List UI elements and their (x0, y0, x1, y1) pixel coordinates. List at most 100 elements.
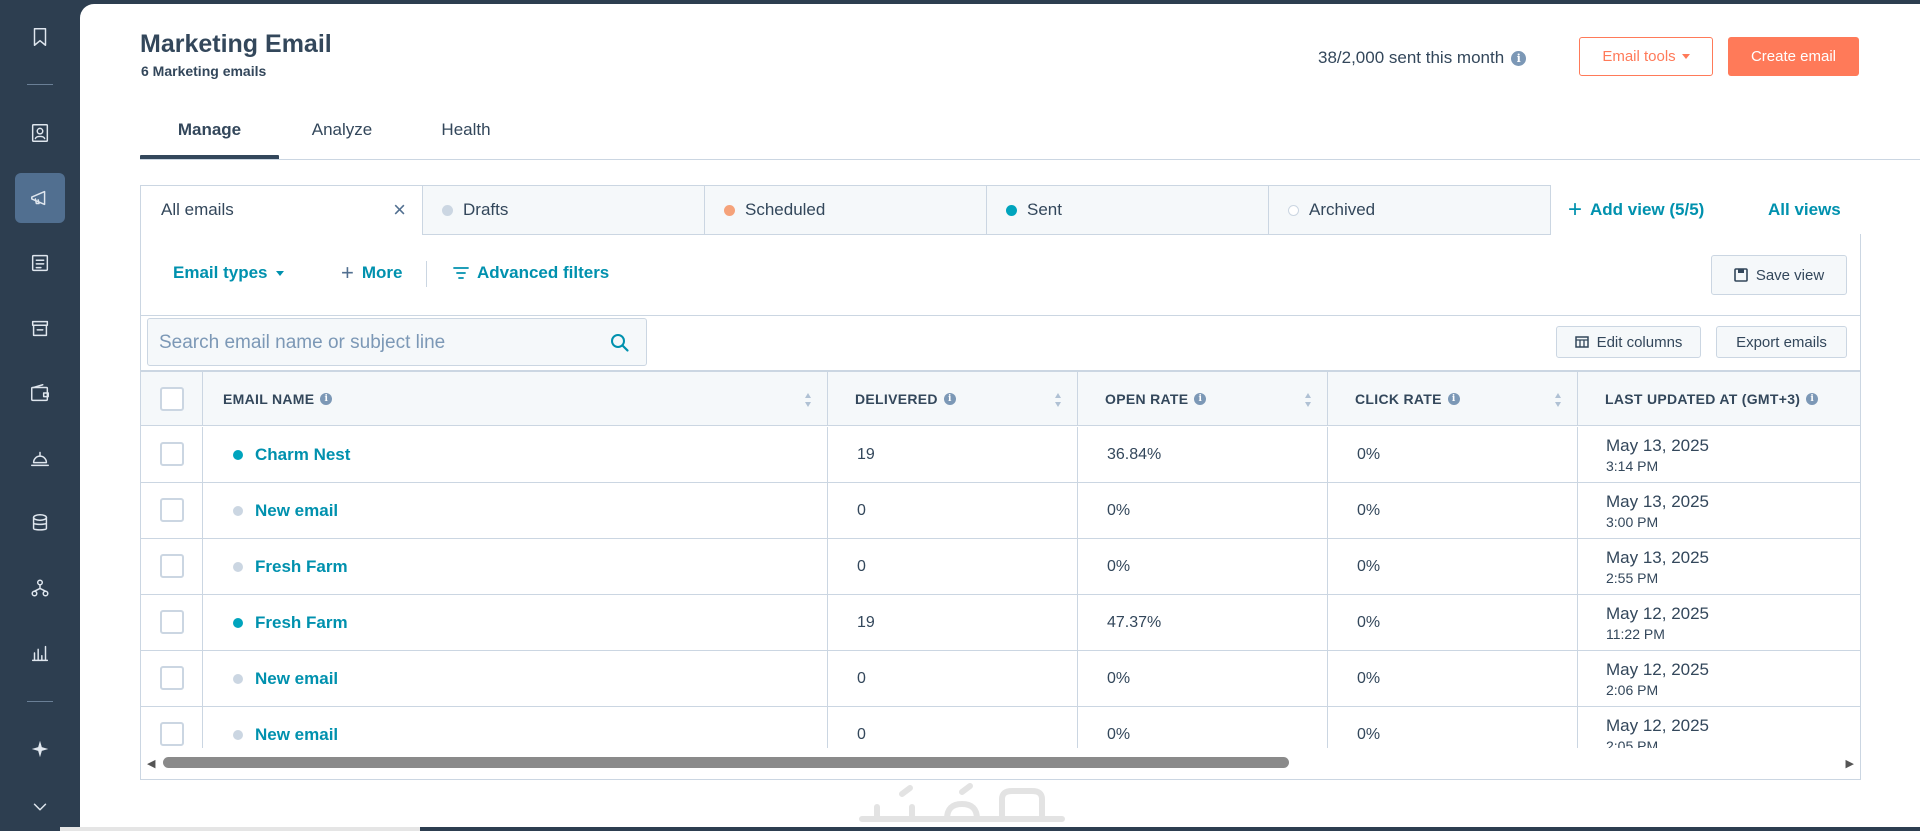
email-name-link[interactable]: New email (255, 725, 338, 745)
delivered-cell: 0 (857, 558, 866, 575)
search-placeholder: Search email name or subject line (159, 332, 446, 353)
email-name-link[interactable]: New email (255, 669, 338, 689)
commerce-icon[interactable] (15, 303, 65, 353)
bottom-strip (0, 827, 1920, 831)
column-header-last-updated[interactable]: LAST UPDATED AT (GMT+3) i (1605, 372, 1819, 426)
tab-analyze[interactable]: Analyze (292, 108, 392, 160)
email-types-filter[interactable]: Email types (173, 263, 284, 283)
email-name-cell: New email (233, 651, 338, 707)
view-scheduled[interactable]: Scheduled (704, 185, 987, 235)
email-name-link[interactable]: New email (255, 501, 338, 521)
add-view-button[interactable]: + Add view (5/5) (1568, 198, 1704, 222)
view-archived[interactable]: Archived (1268, 185, 1551, 235)
open-rate-cell: 0% (1107, 558, 1131, 575)
table-row[interactable]: Fresh Farm 19 47.37% 0% May 12, 2025 11:22 PM (141, 595, 1860, 651)
service-bell-icon[interactable] (15, 433, 65, 483)
column-header-open-rate[interactable]: OPEN RATE i (1105, 372, 1207, 426)
updated-date: May 13, 2025 (1606, 492, 1710, 511)
tab-manage[interactable]: Manage (140, 108, 279, 160)
table-row[interactable]: Fresh Farm 0 0% 0% May 13, 2025 2:55 PM (141, 539, 1860, 595)
bookmark-icon[interactable] (15, 12, 65, 62)
tab-health[interactable]: Health (416, 108, 516, 160)
scrollbar-thumb[interactable] (163, 757, 1289, 768)
nav-divider (27, 701, 53, 702)
row-checkbox[interactable] (160, 610, 184, 634)
edit-columns-button[interactable]: Edit columns (1556, 326, 1701, 358)
info-icon[interactable]: i (1806, 393, 1819, 405)
column-divider (202, 483, 203, 539)
row-checkbox[interactable] (160, 722, 184, 746)
chevron-down-icon[interactable] (15, 782, 65, 831)
search-input[interactable]: Search email name or subject line (147, 318, 647, 366)
row-checkbox[interactable] (160, 554, 184, 578)
wallet-icon[interactable] (15, 368, 65, 418)
column-header-click-rate[interactable]: CLICK RATE i (1355, 372, 1460, 426)
row-checkbox[interactable] (160, 498, 184, 522)
info-icon[interactable]: i (1511, 50, 1527, 66)
column-divider (1077, 372, 1078, 426)
updated-time: 2:55 PM (1606, 570, 1659, 586)
advanced-filters-button[interactable]: Advanced filters (453, 263, 609, 283)
view-sent[interactable]: Sent (986, 185, 1269, 235)
contacts-icon[interactable] (15, 108, 65, 158)
automation-icon[interactable] (15, 563, 65, 613)
filter-bar: Email types + More Advanced filters Save… (141, 234, 1860, 316)
create-email-button[interactable]: Create email (1728, 37, 1859, 76)
last-updated-cell: May 13, 2025 3:14 PM (1606, 427, 1709, 483)
scroll-left-icon[interactable]: ◀ (147, 757, 155, 770)
last-updated-cell: May 13, 2025 3:00 PM (1606, 483, 1709, 539)
column-divider (1077, 651, 1078, 707)
view-all-emails[interactable]: All emails × (140, 185, 423, 235)
save-view-button[interactable]: Save view (1711, 255, 1847, 295)
email-name-link[interactable]: Charm Nest (255, 445, 350, 465)
row-checkbox[interactable] (160, 442, 184, 466)
columns-icon (1574, 336, 1589, 348)
nav-divider (27, 84, 53, 85)
plus-icon: + (341, 260, 354, 285)
email-tools-button[interactable]: Email tools (1579, 37, 1713, 76)
table-row[interactable]: New email 0 0% 0% May 12, 2025 2:06 PM (141, 651, 1860, 707)
all-views-link[interactable]: All views (1768, 200, 1841, 220)
column-divider (1577, 372, 1578, 426)
sort-icon[interactable] (803, 390, 813, 410)
database-icon[interactable] (15, 498, 65, 548)
export-emails-button[interactable]: Export emails (1716, 326, 1847, 358)
open-rate-cell: 0% (1107, 502, 1131, 519)
info-icon[interactable]: i (943, 393, 956, 405)
close-icon[interactable]: × (393, 199, 406, 221)
email-name-link[interactable]: Fresh Farm (255, 557, 348, 577)
open-rate-cell: 47.37% (1107, 614, 1162, 631)
info-icon[interactable]: i (1447, 393, 1460, 405)
column-divider (827, 483, 828, 539)
email-count: 6 Marketing emails (141, 63, 267, 79)
row-checkbox[interactable] (160, 666, 184, 690)
advanced-filters-label: Advanced filters (477, 263, 610, 282)
column-divider (1327, 483, 1328, 539)
column-divider (1577, 539, 1578, 595)
table-row[interactable]: New email 0 0% 0% May 13, 2025 3:00 PM (141, 483, 1860, 539)
content-icon[interactable] (15, 238, 65, 288)
sparkle-icon[interactable] (15, 724, 65, 774)
sort-icon[interactable] (1553, 390, 1563, 410)
scroll-right-icon[interactable]: ▶ (1846, 757, 1854, 770)
column-header-delivered[interactable]: DELIVERED i (855, 372, 956, 426)
status-dot (233, 506, 243, 516)
sort-icon[interactable] (1303, 390, 1313, 410)
email-name-cell: Charm Nest (233, 427, 350, 483)
view-drafts[interactable]: Drafts (422, 185, 705, 235)
click-rate-cell: 0% (1357, 614, 1381, 631)
search-icon[interactable] (610, 333, 630, 353)
updated-date: May 12, 2025 (1606, 716, 1710, 735)
info-icon[interactable]: i (1194, 393, 1207, 405)
table-row[interactable]: Charm Nest 19 36.84% 0% May 13, 2025 3:14 PM (141, 427, 1860, 483)
column-divider (827, 539, 828, 595)
email-name-link[interactable]: Fresh Farm (255, 613, 348, 633)
reports-icon[interactable] (15, 628, 65, 678)
more-filters-button[interactable]: + More (341, 260, 402, 285)
column-header-email-name[interactable]: EMAIL NAME i (223, 372, 333, 426)
sort-icon[interactable] (1053, 390, 1063, 410)
info-icon[interactable]: i (320, 393, 333, 405)
select-all-checkbox[interactable] (160, 387, 184, 411)
megaphone-icon[interactable] (15, 173, 65, 223)
updated-date: May 12, 2025 (1606, 604, 1710, 623)
